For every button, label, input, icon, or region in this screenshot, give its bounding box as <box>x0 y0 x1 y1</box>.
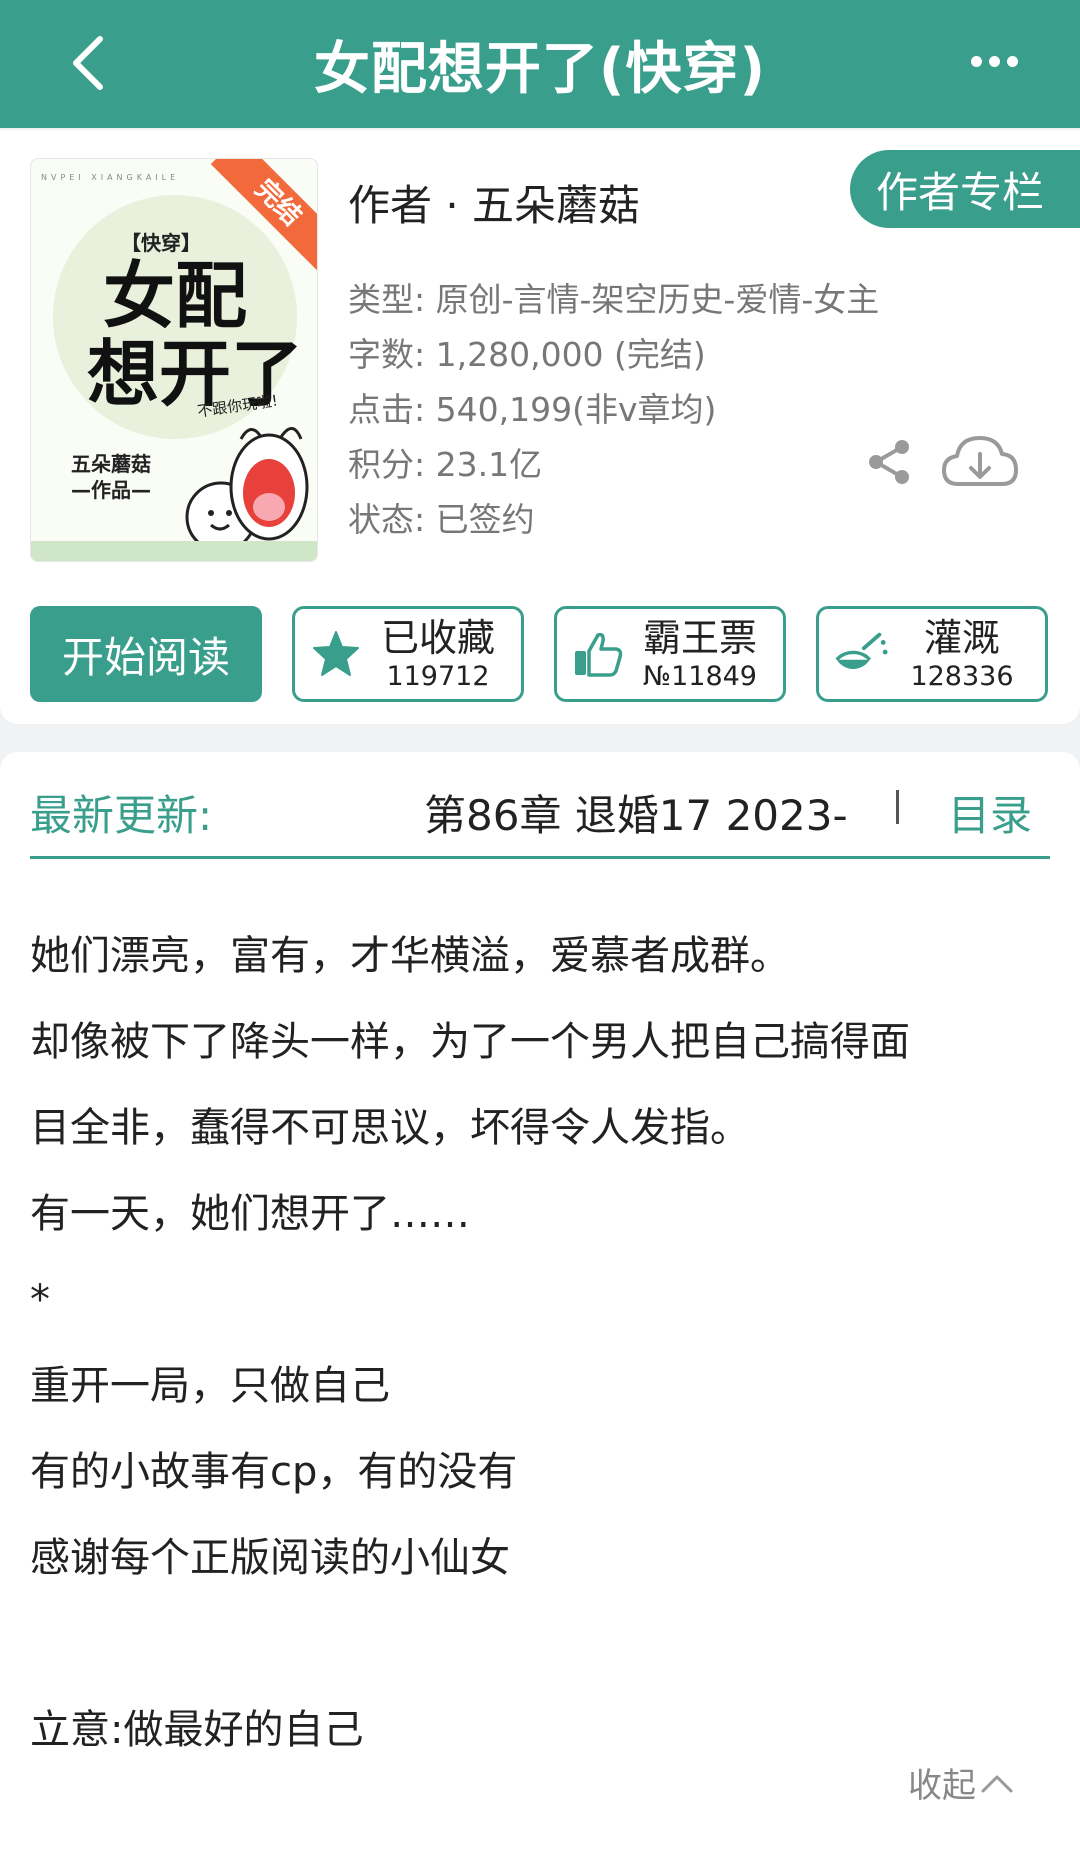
book-description: 她们漂亮，富有，才华横溢，爱慕者成群。 却像被下了降头一样，为了一个男人把自己搞… <box>30 922 1050 1782</box>
chevron-up-icon <box>981 1775 1013 1792</box>
description-line: 感谢每个正版阅读的小仙女 <box>30 1535 510 1581</box>
book-meta: 类型: 原创-言情-架空历史-爱情-女主 字数: 1,280,000 (完结) … <box>348 272 879 547</box>
water-button[interactable]: 灌溉 128336 <box>816 606 1048 702</box>
cover-bottom-band <box>31 541 317 561</box>
vote-count: №11849 <box>643 661 757 692</box>
description-line: 目全非，蠢得不可思议，坏得令人发指。 <box>30 1105 750 1151</box>
top-bar: 女配想开了(快穿) <box>0 0 1080 128</box>
cover-author-works: —作品— <box>71 478 151 502</box>
star-icon <box>313 631 359 676</box>
description-line: 立意:做最好的自己 <box>30 1707 364 1753</box>
book-score: 积分: 23.1亿 <box>348 445 543 484</box>
share-icon[interactable] <box>866 438 914 486</box>
book-type: 类型: 原创-言情-架空历史-爱情-女主 <box>348 280 880 319</box>
cover-author-name: 五朵蘑菇 <box>71 452 151 476</box>
vote-button[interactable]: 霸王票 №11849 <box>554 606 786 702</box>
description-line: * <box>30 1277 50 1323</box>
description-line: 她们漂亮，富有，才华横溢，爱慕者成群。 <box>30 933 790 979</box>
author-name[interactable]: 作者 · 五朵蘑菇 <box>348 172 640 233</box>
description-line: 却像被下了降头一样，为了一个男人把自己搞得面 <box>30 1019 910 1065</box>
back-arrow-icon <box>73 36 103 90</box>
description-line: 有的小故事有cp，有的没有 <box>30 1449 518 1495</box>
cover-mascot-illustration <box>185 427 309 553</box>
more-dot-icon <box>970 55 982 67</box>
more-dot-icon <box>988 55 1000 67</box>
book-clicks: 点击: 540,199(非v章均) <box>348 390 717 429</box>
book-cover[interactable]: NVPEI XIANGKAILE 完结 【快穿】 女配 想开了 不跟你玩啦! 五… <box>30 158 318 562</box>
cover-author: 五朵蘑菇 —作品— <box>71 451 151 503</box>
favorite-label: 已收藏 <box>380 616 495 660</box>
water-label: 灌溉 <box>923 616 1000 660</box>
start-reading-button[interactable]: 开始阅读 <box>30 606 262 702</box>
latest-update-label: 最新更新: <box>30 791 213 840</box>
page-title: 女配想开了(快穿) <box>313 36 767 102</box>
favorite-count: 119712 <box>386 661 490 692</box>
watering-can-icon <box>835 632 888 669</box>
cover-title-line1: 女配 <box>103 253 248 338</box>
book-status: 状态: 已签约 <box>348 500 535 539</box>
more-menu-button[interactable] <box>964 36 1024 86</box>
book-word-count: 字数: 1,280,000 (完结) <box>348 335 706 374</box>
water-count: 128336 <box>910 661 1014 692</box>
more-dot-icon <box>1006 55 1018 67</box>
update-underline <box>30 856 1050 859</box>
table-of-contents-link[interactable]: 目录 <box>948 782 1032 843</box>
cover-tag: 【快穿】 <box>121 231 201 255</box>
cloud-download-icon[interactable] <box>940 432 1020 492</box>
author-column-button[interactable]: 作者专栏 <box>850 150 1080 228</box>
vote-label: 霸王票 <box>642 616 757 660</box>
favorite-button[interactable]: 已收藏 119712 <box>292 606 524 702</box>
back-button[interactable] <box>58 28 118 98</box>
description-line <box>30 1610 1050 1696</box>
description-line: 有一天，她们想开了…… <box>30 1191 470 1237</box>
collapse-label: 收起 <box>908 1766 976 1806</box>
thumbs-up-icon <box>575 632 623 677</box>
collapse-button[interactable]: 收起 <box>908 1758 1014 1807</box>
update-divider <box>896 790 899 824</box>
description-line: 重开一局，只做自己 <box>30 1363 390 1409</box>
latest-chapter-link[interactable]: 第86章 退婚17 2023- <box>424 782 872 843</box>
